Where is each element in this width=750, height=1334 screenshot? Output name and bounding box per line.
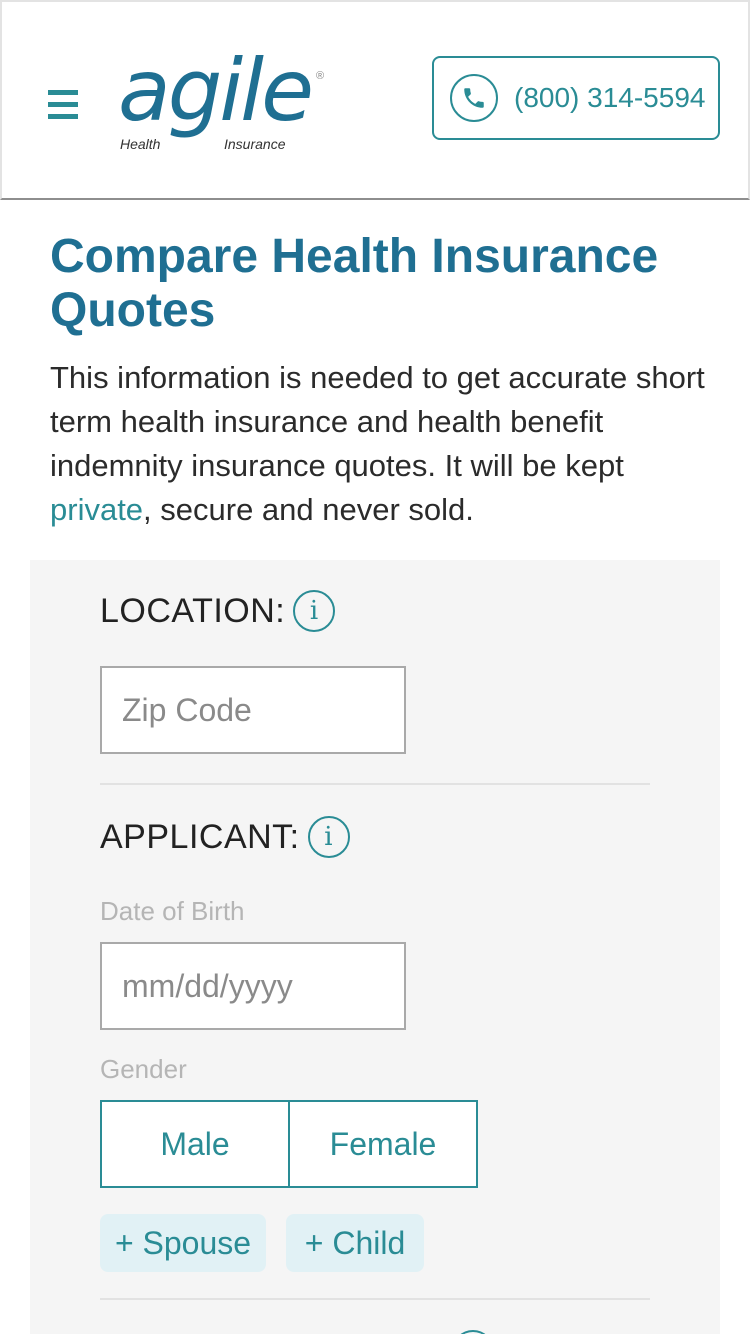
intro-text-start: This information is needed to get accura… [50,360,705,483]
quote-form-panel: LOCATION: i APPLICANT: i Date of Birth G… [30,560,720,1334]
dob-label: Date of Birth [100,896,245,926]
location-label: LOCATION: [100,591,286,630]
call-phone-button[interactable]: (800) 314-5594 [432,56,720,140]
gender-label: Gender [100,1054,187,1084]
section-divider [100,783,650,785]
section-divider [100,1298,650,1300]
zip-code-input[interactable] [100,666,406,754]
location-info-icon[interactable]: i [293,590,336,632]
logo-health-text: Health [120,136,161,152]
applicant-info-icon[interactable]: i [307,816,350,858]
add-child-button[interactable]: + Child [286,1214,424,1272]
add-spouse-button[interactable]: + Spouse [100,1214,266,1272]
logo-insurance-text: Insurance [224,136,286,152]
phone-number: (800) 314-5594 [514,82,706,113]
date-of-birth-input[interactable] [100,942,406,1030]
applicant-label: APPLICANT: [100,817,300,856]
logo-registered-mark: ® [316,70,325,82]
privacy-link[interactable]: private [50,492,143,527]
applicant-section-label: APPLICANT: i [100,816,350,858]
page-title: Compare Health Insurance Quotes [50,230,659,337]
intro-paragraph: This information is needed to get accura… [50,356,710,532]
agile-health-insurance-logo[interactable]: agile ® Health Insurance [118,48,338,158]
logo-wordmark: agile [118,41,314,141]
site-header: agile ® Health Insurance (800) 314-5594 [0,0,750,200]
info-icon[interactable] [452,1330,494,1334]
intro-text-end: , secure and never sold. [143,492,474,527]
phone-icon [450,74,498,122]
gender-toggle: Male Female [100,1100,478,1188]
gender-male-option[interactable]: Male [102,1102,288,1186]
hamburger-menu-icon[interactable] [48,90,80,122]
location-section-label: LOCATION: i [100,590,336,632]
gender-female-option[interactable]: Female [288,1102,476,1186]
